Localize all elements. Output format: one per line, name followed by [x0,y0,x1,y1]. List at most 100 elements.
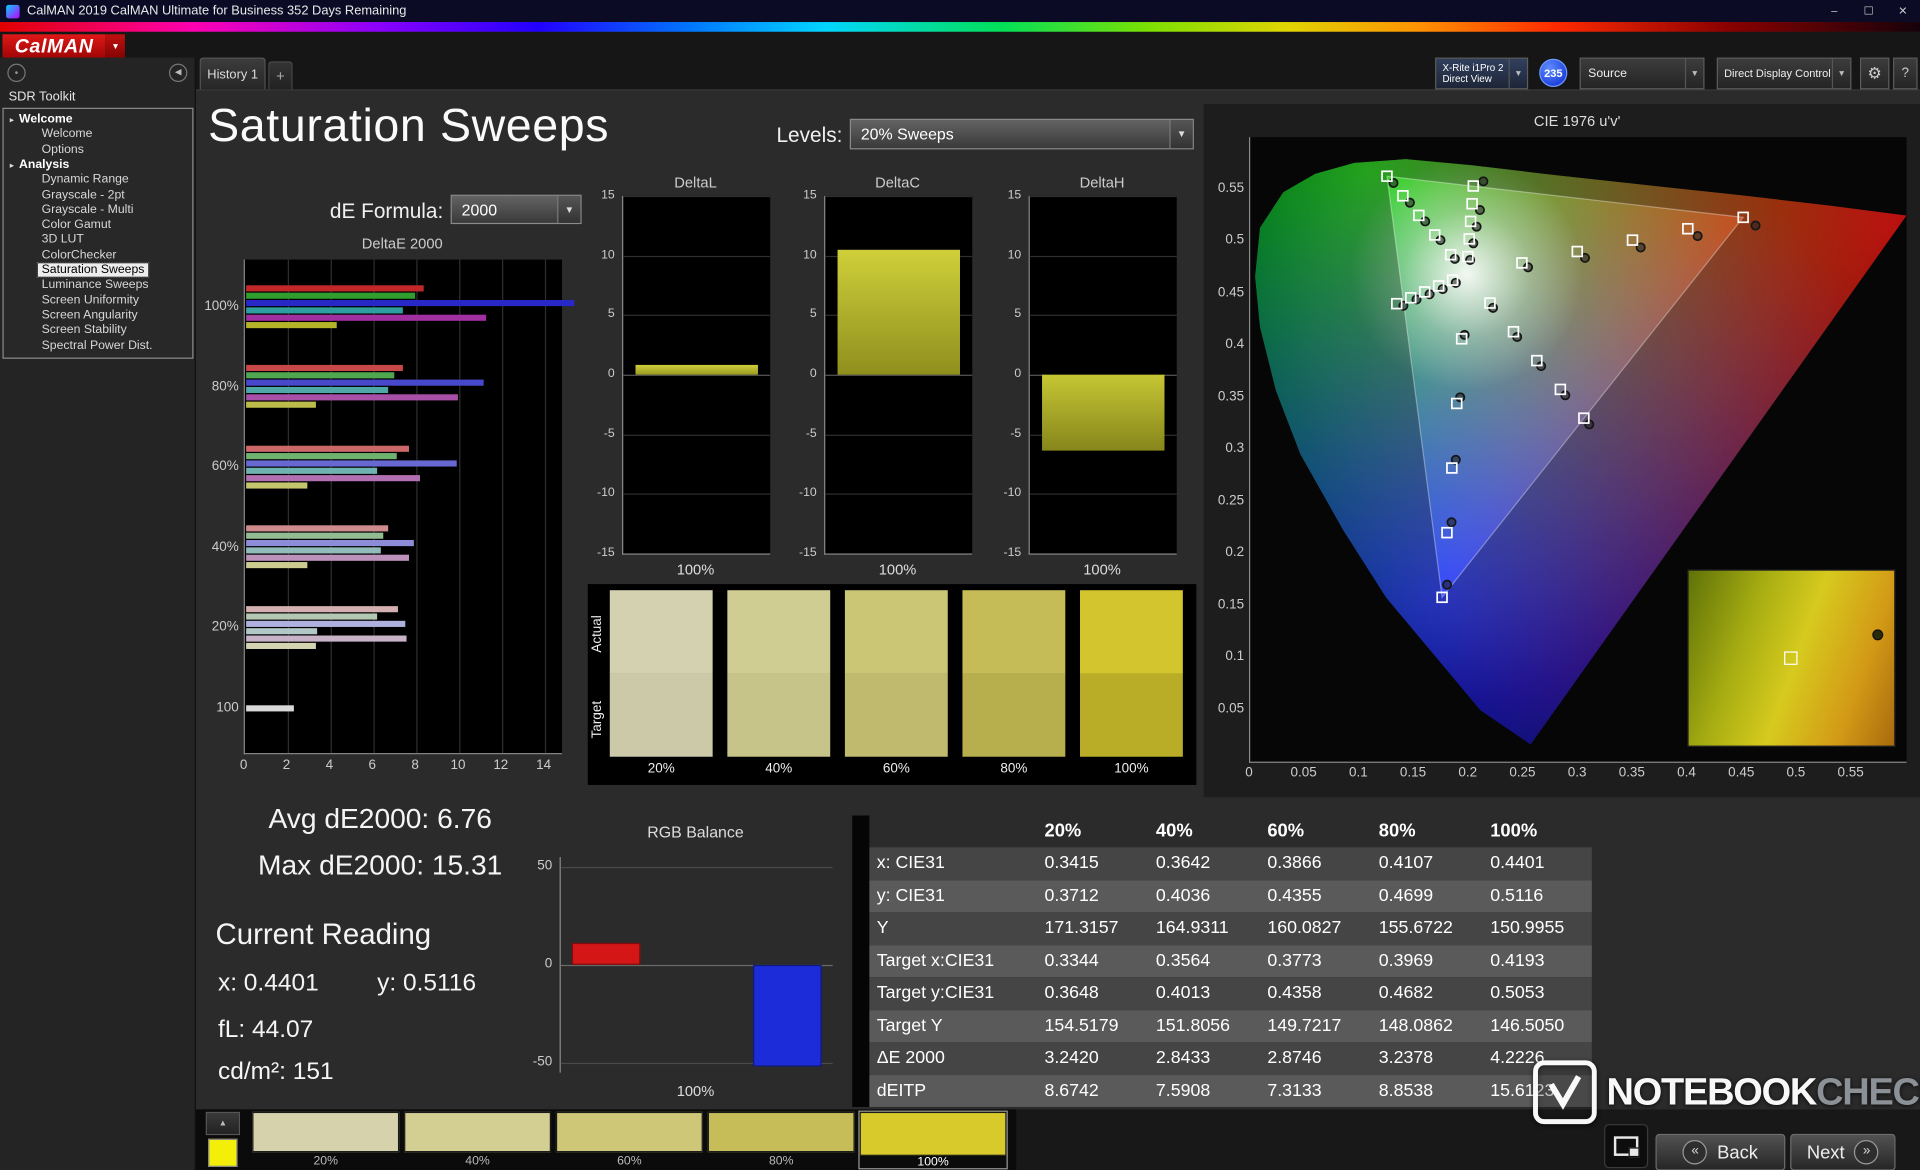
deltaC-chart: DeltaC 15 10 5 0 -5 -10 -15 100% [768,174,984,585]
table-cell: 154.5179 [1044,1015,1119,1036]
window-controls: – ☐ ✕ [1817,0,1920,22]
formula-dropdown[interactable]: 2000 ▼ [450,194,582,225]
sidebar-item-luminance-sweeps[interactable]: Luminance Sweeps [38,278,152,293]
tree-expander-icon[interactable]: ▸ [10,116,14,125]
pattern-label: 80% [768,1154,794,1169]
x-tick-label: 0.5 [1786,765,1806,781]
swatch-actual-100 [1080,590,1183,674]
de-bar [246,394,459,401]
sidebar-group-analysis[interactable]: ▸ Analysis [10,158,70,173]
de-bar [246,605,399,613]
sidebar-item-colorchecker[interactable]: ColorChecker [38,248,120,263]
gridline [1029,255,1177,257]
pattern-label: 20% [313,1154,338,1169]
y-tick-label: 0.3 [1225,440,1245,456]
sidebar-item-screen-stability[interactable]: Screen Stability [38,323,130,338]
tab-history-1[interactable]: History 1 [199,57,266,90]
app-window: CalMAN 2019 CalMAN Ultimate for Business… [0,0,1920,1170]
settings-gear-button[interactable]: ⚙ [1860,57,1890,90]
y-tick-label: 0 [1014,367,1022,381]
sidebar-item-label: Screen Stability [41,323,127,337]
maximize-button[interactable]: ☐ [1851,0,1885,22]
pattern-button-40[interactable]: 40% [404,1111,552,1169]
x-axis-label: 100% [1083,560,1121,578]
table-cell: 160.0827 [1267,918,1342,938]
sidebar-group-welcome[interactable]: ▸ Welcome [10,113,73,128]
window-icon-corner [1628,1147,1640,1158]
formula-label: dE Formula: [329,199,444,223]
x-tick-label: 0.1 [1348,765,1368,781]
pattern-button-60[interactable]: 60% [555,1111,703,1168]
current-fl: fL: 44.07 [217,1016,314,1044]
gridline [623,315,771,317]
levels-dropdown[interactable]: 20% Sweeps ▼ [849,118,1194,150]
swatch-actual-20 [609,590,713,674]
y-tick-label: 0.55 [1217,180,1245,196]
meter-status-badge[interactable]: 235 [1539,58,1568,87]
x-tick-label: 0.35 [1618,765,1645,781]
gridline [459,259,461,754]
source-dropdown[interactable]: Source ▼ [1579,57,1705,90]
y-tick-label: -15 [799,546,817,560]
pattern-label: 40% [465,1154,490,1169]
x-tick-label: 0.25 [1509,765,1536,781]
sidebar-item-options[interactable]: Options [38,143,88,158]
table-cell: 0.3712 [1044,885,1099,906]
minimize-button[interactable]: – [1817,0,1851,22]
table-cell: 3.2420 [1044,1048,1099,1068]
sidebar-collapse-button[interactable]: ◀ [168,63,188,83]
rgb-balance-chart: RGB Balance 50 0 -50 100% [503,823,846,1105]
y-tick-label: 5 [1014,307,1022,322]
meter-dropdown[interactable]: X-Rite i1Pro 2 Direct View ▼ [1435,57,1529,90]
table-cell: 150.9955 [1490,918,1565,938]
table-row-label: x: CIE31 [876,853,945,874]
deltaH-chart: DeltaH 15 10 5 0 -5 -10 -15 100% [972,174,1188,585]
new-tab-button[interactable]: + [268,61,293,90]
notebookcheck-watermark: NOTEBOOKCHECK [1533,1060,1920,1125]
sidebar-item-dynamic-range[interactable]: Dynamic Range [38,173,132,188]
titlebar: CalMAN 2019 CalMAN Ultimate for Business… [0,0,1920,23]
pattern-button-80[interactable]: 80% [707,1111,855,1169]
x-tick-label: 0 [1245,765,1253,781]
sidebar-item-spectral-power-dist[interactable]: Spectral Power Dist. [38,339,156,354]
pattern-button-20[interactable]: 20% [252,1111,400,1169]
gridline [623,493,771,496]
sidebar-back-button[interactable]: • [7,63,26,83]
sidebar-item-label: 3D LUT [41,233,84,247]
sidebar-item-grayscale-multi[interactable]: Grayscale - Multi [38,203,137,218]
y-tick-label: 5 [809,307,817,322]
pattern-button-100[interactable]: 100% [858,1110,1008,1170]
x-tick-label: 0.2 [1458,765,1478,781]
close-button[interactable]: ✕ [1886,0,1920,22]
sidebar-item-welcome[interactable]: Welcome [38,128,96,143]
sidebar-item-3d-lut[interactable]: 3D LUT [38,233,88,248]
source-dropdown-value: Source [1588,66,1627,81]
y-tick-label: 0.2 [1225,544,1245,560]
deltaH-plot [1028,195,1177,555]
back-button[interactable]: « Back [1655,1133,1786,1170]
sidebar-item-label: Screen Uniformity [41,293,139,307]
table-col-header: 40% [1155,820,1193,842]
table-row: x: CIE31 0.3415 0.3642 0.3866 0.4107 0.4401 [869,847,1592,880]
workflow-tree: ▸ Welcome Welcome Options ▸ Analysis Dynamic R… [2,107,194,359]
sidebar-item-saturation-sweeps[interactable]: Saturation Sweeps [36,262,150,278]
y-tick-label: 15 [803,188,817,203]
pattern-window-button[interactable] [1604,1124,1649,1169]
sidebar-item-screen-uniformity[interactable]: Screen Uniformity [38,293,143,308]
sidebar-item-label: Color Gamut [41,218,112,232]
sidebar-item-screen-angularity[interactable]: Screen Angularity [38,308,141,323]
table-cell: 8.6742 [1044,1080,1099,1101]
chevron-down-icon: ▼ [1684,58,1703,89]
table-cell: 0.4036 [1155,885,1211,906]
display-control-dropdown[interactable]: Direct Display Control ▼ [1716,57,1852,90]
logo-menu-arrow-icon[interactable]: ▼ [105,34,126,61]
calman-logo[interactable]: CalMAN ▼ [2,34,126,61]
table-cell: 0.3969 [1378,950,1434,971]
tree-expander-icon[interactable]: ▸ [10,161,14,170]
sidebar-item-grayscale-2pt[interactable]: Grayscale - 2pt [38,188,128,203]
chart-title: RGB Balance [647,822,744,842]
next-button[interactable]: Next » [1790,1133,1896,1170]
sidebar-item-color-gamut[interactable]: Color Gamut [38,218,115,233]
help-button[interactable]: ? [1893,57,1918,90]
y-tick-label: 0 [544,956,553,972]
